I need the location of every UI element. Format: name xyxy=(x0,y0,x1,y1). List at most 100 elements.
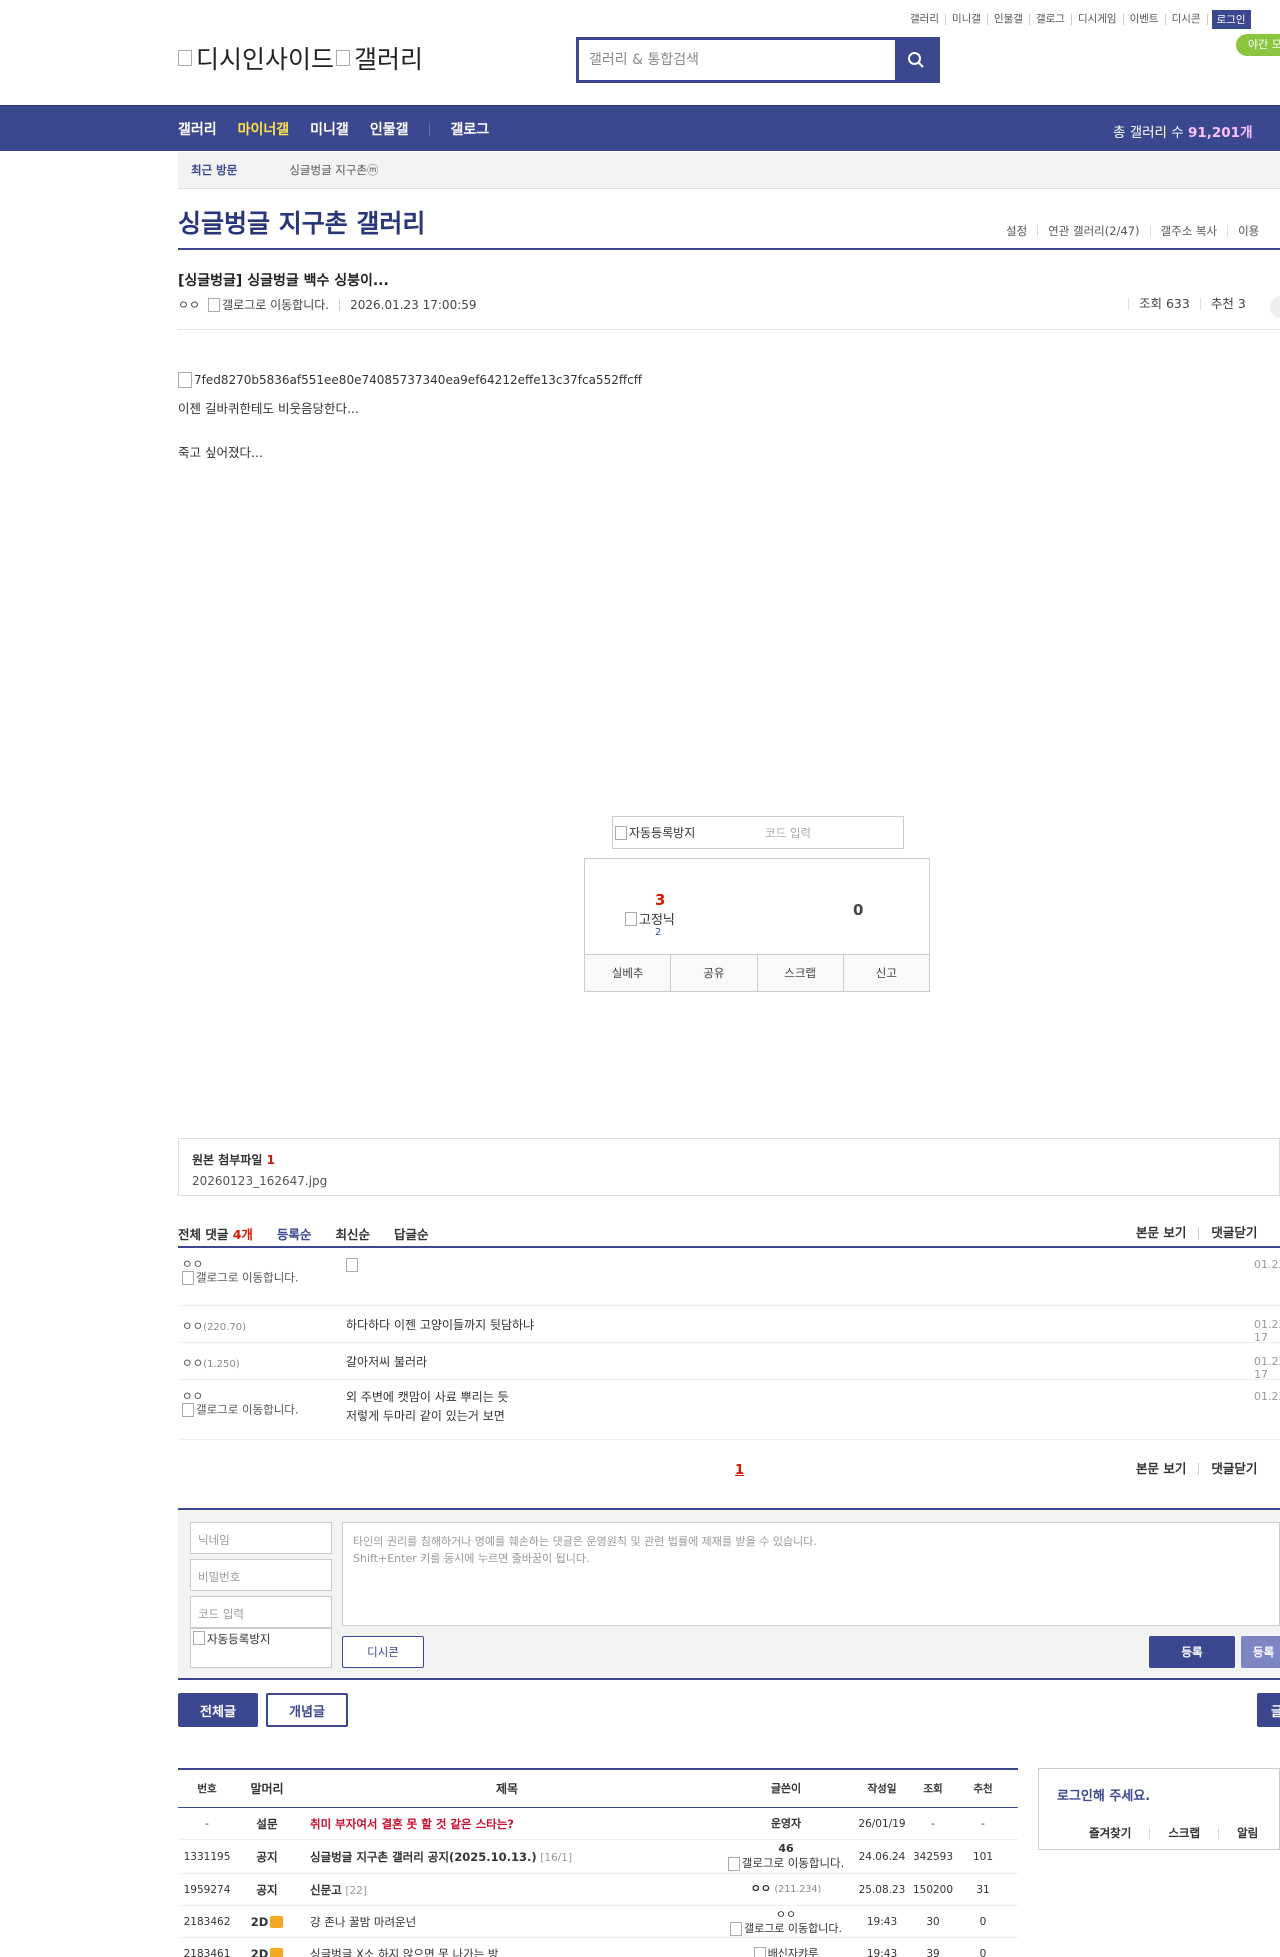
gallog-icon[interactable] xyxy=(753,1946,766,1957)
util-link-event[interactable]: 이벤트 xyxy=(1124,14,1166,25)
downvote-count[interactable]: 0 xyxy=(853,901,863,919)
table-row[interactable]: 2183461 2D 싱글벙글 X소 하지 않으면 못 나가는 방 배신자캬루 … xyxy=(178,1938,1018,1957)
nav-divider xyxy=(429,122,431,136)
gallog-icon[interactable] xyxy=(208,297,221,312)
search-input[interactable] xyxy=(579,40,895,80)
favorites-link[interactable]: 즐겨찾기 xyxy=(1039,1827,1149,1839)
close-comments-link[interactable]: 댓글닫기 xyxy=(1198,1462,1269,1475)
gallog-icon[interactable] xyxy=(182,1271,194,1285)
comment-page-current[interactable]: 1 xyxy=(735,1463,744,1478)
col-subject: 말머리 xyxy=(250,1782,284,1796)
row-writer[interactable]: 운영자 xyxy=(716,1817,856,1831)
table-row[interactable]: - 설문 취미 부자여서 결혼 못 할 것 같은 스타는? 운영자 26/01/… xyxy=(178,1808,1018,1840)
night-mode-toggle[interactable]: 야간 모 xyxy=(1236,34,1280,56)
attachment-header: 원본 첨부파일 1 xyxy=(192,1151,1266,1168)
row-writer-gallog: 갤로그로 이동합니다. xyxy=(741,1856,845,1871)
util-link-persongall[interactable]: 인물갤 xyxy=(988,14,1030,25)
notification-link[interactable]: 알림 xyxy=(1218,1827,1276,1839)
post-recommends: 추천 3 xyxy=(1199,297,1256,310)
comment-writer[interactable]: ㅇㅇ 갤로그로 이동합니다. xyxy=(182,1390,299,1417)
write-button[interactable]: 글 xyxy=(1257,1693,1280,1727)
row-date: 19:43 xyxy=(866,1947,898,1957)
comment-writer[interactable]: ㅇㅇ(1.250) xyxy=(182,1355,240,1371)
post-author[interactable]: ㅇㅇ xyxy=(178,296,200,313)
close-comments-link[interactable]: 댓글닫기 xyxy=(1198,1226,1269,1239)
row-writer-nick: ㅇㅇ xyxy=(775,1907,797,1921)
password-field[interactable]: 비밀번호 xyxy=(190,1559,332,1591)
comment-writer[interactable]: ㅇㅇ 갤로그로 이동합니다. xyxy=(182,1258,299,1285)
comment-writer[interactable]: ㅇㅇ(220.70) xyxy=(182,1318,246,1334)
util-link-gallog[interactable]: 갤로그 xyxy=(1030,14,1072,25)
tab-concept-posts[interactable]: 개념글 xyxy=(266,1693,348,1727)
row-writer[interactable]: 배신자캬루 xyxy=(716,1946,856,1957)
comment-nick: ㅇㅇ xyxy=(182,1257,204,1271)
row-writer[interactable]: ㅇㅇ 갤로그로 이동합니다. xyxy=(716,1908,856,1936)
row-title[interactable]: 걍 존나 꿀밤 마려운넌 xyxy=(310,1915,416,1929)
row-number: 2183462 xyxy=(183,1915,231,1928)
row-views: - xyxy=(931,1817,935,1830)
nav-item-gallery[interactable]: 갤러리 xyxy=(178,119,217,139)
gallery-options: 설정 연관 갤러리(2/47) 갤주소 복사 이용 xyxy=(996,225,1269,237)
nav-item-minorgall[interactable]: 마이너갤 xyxy=(238,119,290,139)
table-row[interactable]: 1331195 공지 싱글벙글 지구촌 갤러리 공지(2025.10.13.) … xyxy=(178,1840,1018,1874)
post-image[interactable]: 7fed8270b5836af551ee80e74085737340ea9ef6… xyxy=(178,372,642,388)
comment-bar: 전체 댓글 4개 등록순 최신순 답글순 본문 보기 댓글닫기 xyxy=(178,1220,1280,1246)
login-prompt[interactable]: 로그인해 주세요. xyxy=(1057,1785,1150,1804)
row-reply-count: [16/1] xyxy=(540,1851,573,1864)
util-link-dcgame[interactable]: 디시게임 xyxy=(1072,14,1124,25)
upvote-count[interactable]: 3 xyxy=(655,891,665,909)
row-title[interactable]: 취미 부자여서 결혼 못 할 것 같은 스타는? xyxy=(310,1817,514,1831)
broken-image-icon xyxy=(625,911,637,926)
login-button[interactable]: 로그인 xyxy=(1211,10,1251,29)
sort-latest[interactable]: 최신순 xyxy=(335,1224,370,1243)
scrap-button[interactable]: 스크랩 xyxy=(758,955,844,991)
gallog-icon[interactable] xyxy=(729,1921,742,1936)
table-row[interactable]: 2183462 2D 걍 존나 꿀밤 마려운넌 ㅇㅇ 갤로그로 이동합니다. 1… xyxy=(178,1906,1018,1938)
real-best-button[interactable]: 실베추 xyxy=(585,955,672,991)
view-body-link[interactable]: 본문 보기 xyxy=(1124,1462,1198,1475)
gallog-icon[interactable] xyxy=(727,1856,740,1871)
row-title[interactable]: 싱글벙글 X소 하지 않으면 못 나가는 방 xyxy=(310,1947,499,1957)
search-button[interactable] xyxy=(895,40,937,80)
comment-textarea[interactable] xyxy=(342,1522,1280,1626)
row-title[interactable]: 신문고 xyxy=(310,1883,342,1897)
comment-count-circle[interactable] xyxy=(1270,296,1280,318)
sort-replies[interactable]: 답글순 xyxy=(394,1224,429,1243)
comment-row: ㅇㅇ(220.70) 하다하다 이젠 고양이들까지 뒷담하냐 01.23 17 xyxy=(178,1306,1280,1344)
captcha-image: 자동등록방지 xyxy=(190,1628,332,1668)
tab-all-posts[interactable]: 전체글 xyxy=(178,1693,258,1727)
gallery-option-copy-url[interactable]: 갤주소 복사 xyxy=(1149,225,1228,237)
sort-registered[interactable]: 등록순 xyxy=(277,1224,312,1243)
submit-recommend-button[interactable]: 등록 xyxy=(1241,1636,1280,1668)
captcha-code-field[interactable]: 코드 입력 xyxy=(190,1596,332,1628)
dccon-button[interactable]: 디시콘 xyxy=(342,1636,424,1668)
login-box: 로그인해 주세요. 즐겨찾기 스크랩 알림 xyxy=(1038,1768,1280,1850)
util-link-dccon[interactable]: 디시콘 xyxy=(1166,14,1208,25)
table-row[interactable]: 1959274 공지 신문고 [22] ㅇㅇ (211.234) 25.08.2… xyxy=(178,1874,1018,1906)
row-recommend: 0 xyxy=(979,1915,987,1928)
site-logo[interactable]: 디시인사이드 갤러리 xyxy=(178,40,423,76)
col-title: 제목 xyxy=(495,1782,519,1796)
report-button[interactable]: 신고 xyxy=(844,955,929,991)
captcha-code-input[interactable]: 코드 입력 xyxy=(765,825,811,841)
gallery-option-usage[interactable]: 이용 xyxy=(1227,225,1269,237)
nav-item-minigall[interactable]: 미니갤 xyxy=(310,119,349,139)
nickname-field[interactable]: 닉네임 xyxy=(190,1522,332,1554)
gallery-option-settings[interactable]: 설정 xyxy=(996,225,1037,237)
row-writer[interactable]: 46 갤로그로 이동합니다. xyxy=(716,1842,856,1871)
scrap-link[interactable]: 스크랩 xyxy=(1149,1827,1218,1839)
row-writer[interactable]: ㅇㅇ (211.234) xyxy=(716,1882,856,1897)
util-link-gallery[interactable]: 갤러리 xyxy=(904,14,946,25)
submit-comment-button[interactable]: 등록 xyxy=(1149,1636,1235,1668)
view-body-link[interactable]: 본문 보기 xyxy=(1124,1226,1198,1239)
share-button[interactable]: 공유 xyxy=(671,955,758,991)
row-title[interactable]: 싱글벙글 지구촌 갤러리 공지(2025.10.13.) xyxy=(310,1850,537,1864)
recent-visit-item[interactable]: 싱글벙글 지구촌ⓜ xyxy=(289,162,378,178)
util-link-minigall[interactable]: 미니갤 xyxy=(946,14,988,25)
gallery-title[interactable]: 싱글벙글 지구촌 갤러리 xyxy=(178,204,425,240)
gallog-icon[interactable] xyxy=(182,1403,194,1417)
nav-item-gallog[interactable]: 갤로그 xyxy=(450,119,489,139)
gallery-option-related[interactable]: 연관 갤러리(2/47) xyxy=(1037,225,1149,237)
nav-item-persongall[interactable]: 인물갤 xyxy=(370,119,409,139)
attachment-file[interactable]: 20260123_162647.jpg xyxy=(192,1174,1266,1188)
